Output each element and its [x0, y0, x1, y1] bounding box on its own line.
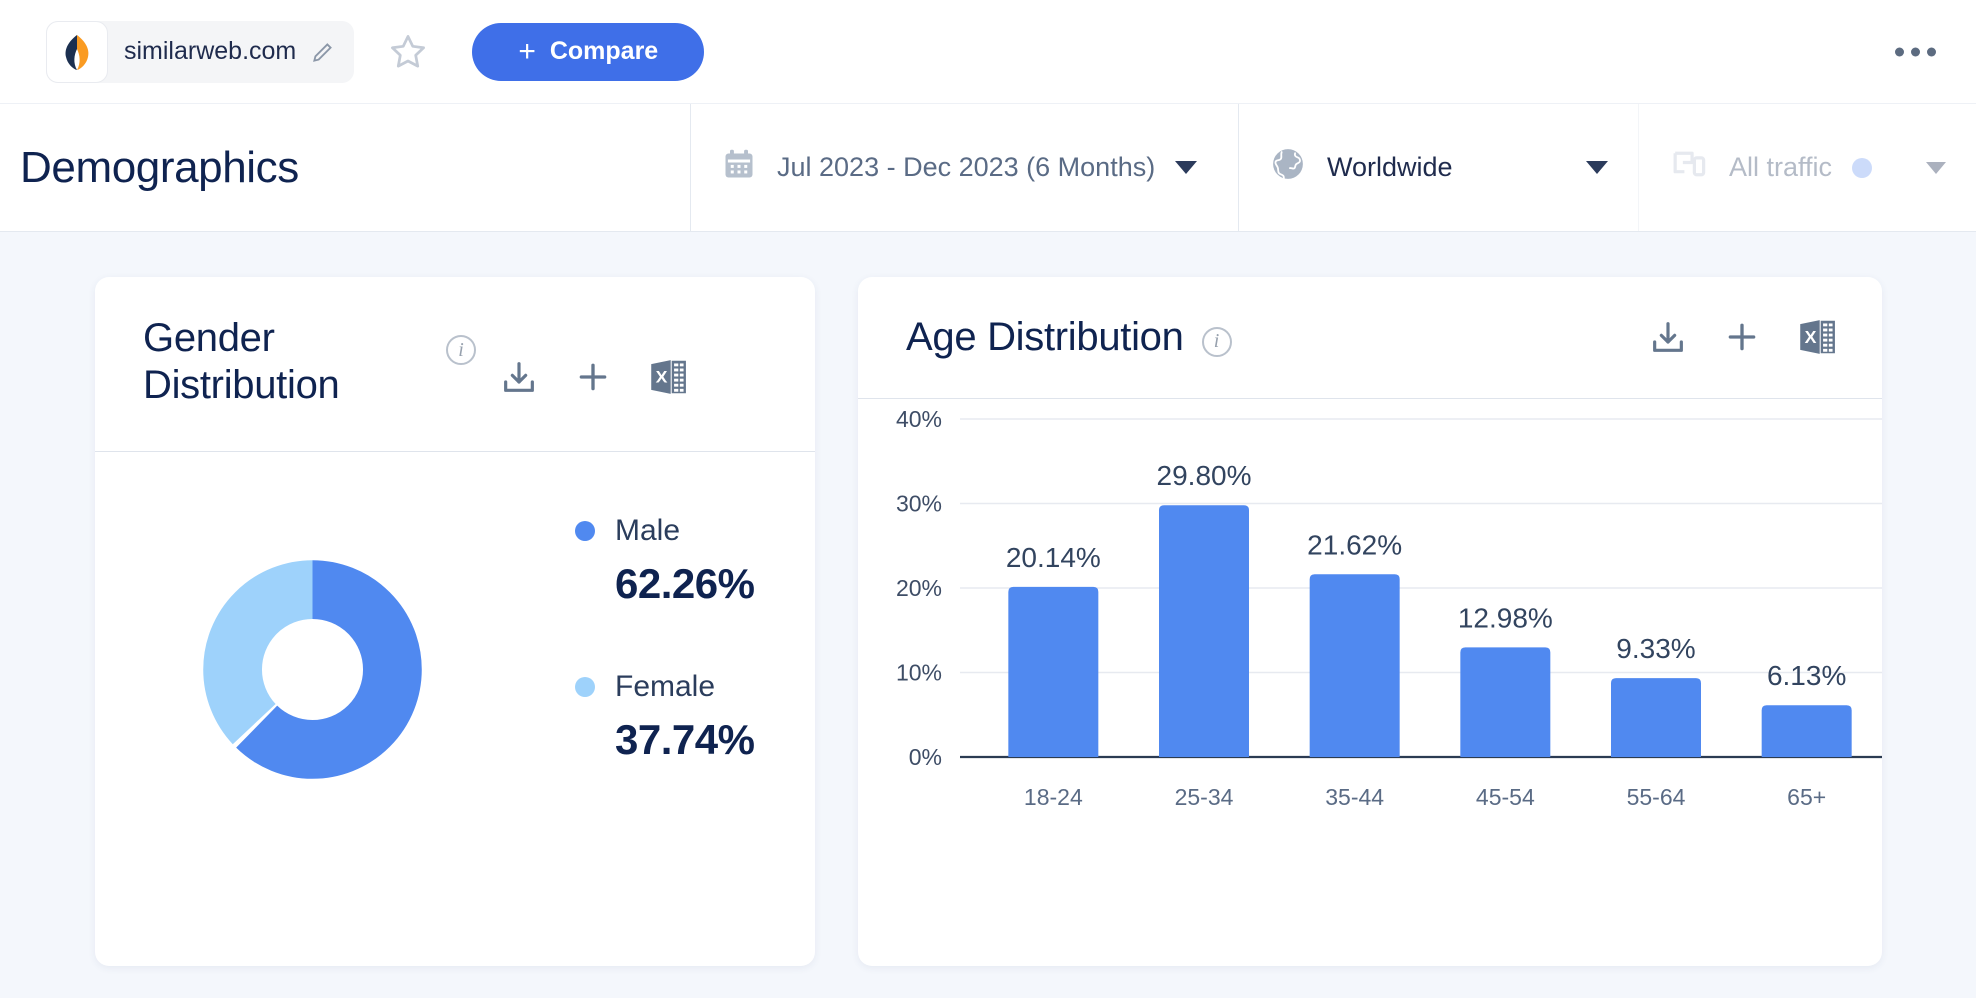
gender-card-actions: X [499, 355, 691, 399]
page-title: Demographics [0, 104, 690, 231]
legend-dot-female [575, 677, 595, 697]
legend-item-male: Male 62.26% [575, 514, 754, 608]
bar[interactable] [1008, 587, 1098, 757]
top-bar: similarweb.com + Compare [0, 0, 1976, 104]
devices-icon [1669, 144, 1709, 191]
svg-text:X: X [1805, 327, 1817, 347]
bar[interactable] [1611, 678, 1701, 757]
chevron-down-icon [1586, 161, 1608, 174]
more-options-icon[interactable] [1885, 37, 1946, 66]
info-icon[interactable]: i [1202, 327, 1232, 357]
site-chip[interactable]: similarweb.com [46, 21, 354, 83]
bar-value-label: 20.14% [1006, 542, 1101, 573]
bar[interactable] [1159, 505, 1249, 757]
gender-legend: Male 62.26% Female 37.74% [575, 514, 754, 826]
traffic-filter[interactable]: All traffic [1638, 104, 1976, 231]
info-icon[interactable]: i [446, 335, 476, 365]
plus-icon[interactable] [1722, 317, 1762, 357]
age-card-body: 0% 10% 20% 30% 40% 20.14% 18-24 29.80% 25-34 21.6… [858, 399, 1882, 965]
x-axis-tick-label: 25-34 [1175, 784, 1234, 810]
gender-card-title: Gender Distribution [143, 315, 433, 409]
bar-value-label: 29.80% [1157, 460, 1252, 491]
site-name: similarweb.com [124, 37, 296, 66]
legend-item-female: Female 37.74% [575, 670, 754, 764]
gender-card-header: Gender Distribution i X [95, 277, 815, 452]
y-axis-tick-label: 20% [896, 575, 942, 601]
x-axis-tick-label: 35-44 [1325, 784, 1384, 810]
traffic-filter-value: All traffic [1729, 152, 1832, 183]
bar[interactable] [1310, 574, 1400, 757]
y-axis-tick-label: 40% [896, 406, 942, 432]
similarweb-logo-icon [46, 21, 108, 83]
x-axis-tick-label: 18-24 [1024, 784, 1083, 810]
geo-filter[interactable]: Worldwide [1238, 104, 1638, 231]
bar-value-label: 12.98% [1458, 602, 1553, 633]
globe-icon [1269, 145, 1307, 190]
gender-donut-chart [195, 552, 430, 792]
filter-bar: Demographics Jul 2023 - Dec 2023 (6 Mont… [0, 104, 1976, 232]
compare-plus-icon: + [518, 37, 536, 67]
date-range-filter[interactable]: Jul 2023 - Dec 2023 (6 Months) [690, 104, 1238, 231]
date-range-value: Jul 2023 - Dec 2023 (6 Months) [777, 152, 1155, 183]
x-axis-tick-label: 55-64 [1627, 784, 1686, 810]
age-card-title: Age Distribution [906, 314, 1184, 361]
bar-value-label: 9.33% [1616, 633, 1695, 664]
x-axis-tick-label: 45-54 [1476, 784, 1535, 810]
bar[interactable] [1762, 705, 1852, 757]
download-icon[interactable] [1648, 317, 1688, 357]
calendar-icon [721, 146, 757, 189]
y-axis-tick-label: 0% [909, 744, 942, 770]
age-card-header: Age Distribution i X [858, 277, 1882, 399]
svg-text:X: X [656, 367, 668, 387]
donut-svg [195, 552, 430, 787]
bar-value-label: 6.13% [1767, 660, 1846, 691]
download-icon[interactable] [499, 357, 539, 397]
legend-value-male: 62.26% [615, 560, 754, 608]
geo-filter-value: Worldwide [1327, 152, 1453, 183]
legend-value-female: 37.74% [615, 716, 754, 764]
chevron-down-icon [1175, 161, 1197, 174]
main-content: Gender Distribution i X [0, 232, 1976, 998]
age-distribution-card: Age Distribution i X [858, 277, 1882, 966]
legend-label-female: Female [615, 670, 715, 704]
excel-icon[interactable]: X [647, 355, 691, 399]
y-axis-tick-label: 10% [896, 660, 942, 686]
bar-value-label: 21.62% [1307, 529, 1402, 560]
plus-icon[interactable] [573, 357, 613, 397]
gender-card-body: Male 62.26% Female 37.74% [95, 452, 815, 965]
compare-button[interactable]: + Compare [472, 23, 704, 81]
excel-icon[interactable]: X [1796, 315, 1840, 359]
legend-dot-male [575, 521, 595, 541]
star-icon[interactable] [386, 30, 430, 74]
bar[interactable] [1460, 647, 1550, 757]
x-axis-tick-label: 65+ [1787, 784, 1826, 810]
compare-button-label: Compare [550, 37, 658, 66]
y-axis-tick-label: 30% [896, 491, 942, 517]
pencil-icon[interactable] [310, 39, 336, 65]
age-card-actions: X [1648, 315, 1840, 359]
gender-distribution-card: Gender Distribution i X [95, 277, 815, 966]
legend-label-male: Male [615, 514, 680, 548]
traffic-status-dot [1852, 158, 1872, 178]
age-bar-chart: 0% 10% 20% 30% 40% 20.14% 18-24 29.80% 25-34 21.6… [858, 399, 1882, 965]
chevron-down-icon [1926, 162, 1946, 174]
